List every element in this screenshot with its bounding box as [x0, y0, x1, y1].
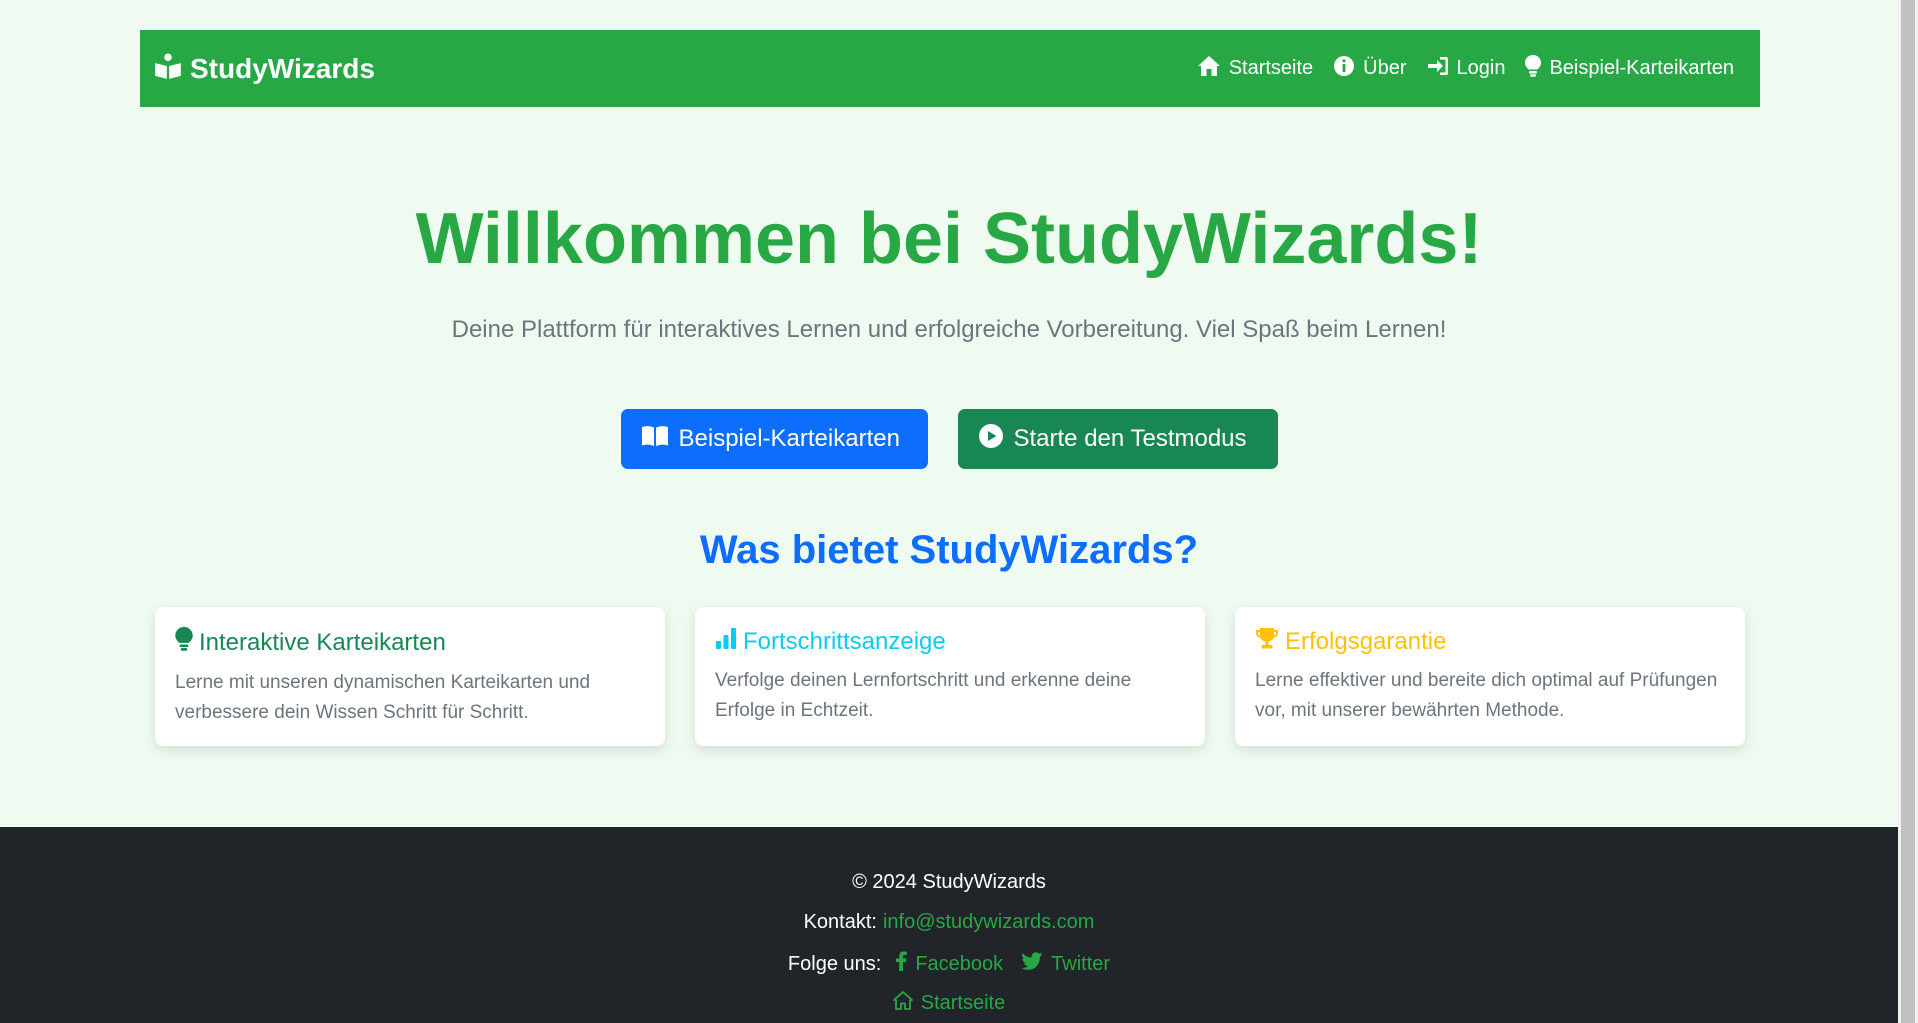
- home-outline-icon: [892, 991, 913, 1016]
- twitter-link[interactable]: Twitter: [1021, 952, 1110, 976]
- feature-card-erfolgsgarantie: Erfolgsgarantie Lerne effektiver und ber…: [1235, 607, 1745, 746]
- card-title-text: Fortschrittsanzeige: [743, 627, 946, 655]
- page: StudyWizards Startseite Über Login Beisp…: [0, 0, 1898, 1023]
- feature-card-karteikarten: Interaktive Karteikarten Lerne mit unser…: [155, 607, 665, 746]
- copyright-text: © 2024 StudyWizards: [852, 871, 1046, 893]
- button-label: Starte den Testmodus: [1013, 425, 1247, 452]
- card-title: Interaktive Karteikarten: [175, 627, 645, 658]
- twitter-icon: [1021, 952, 1043, 976]
- nav-link-beispiel-karteikarten[interactable]: Beispiel-Karteikarten: [1525, 54, 1734, 83]
- contact-label: Kontakt:: [803, 911, 877, 933]
- lightbulb-icon: [175, 627, 193, 658]
- nav-link-startseite[interactable]: Startseite: [1197, 55, 1313, 83]
- features-title: Was bietet StudyWizards?: [699, 528, 1199, 572]
- nav-link-ueber[interactable]: Über: [1333, 55, 1407, 83]
- card-text: Lerne mit unseren dynamischen Karteikart…: [175, 672, 591, 723]
- trophy-icon: [1255, 627, 1279, 656]
- hero-title: Willkommen bei StudyWizards!: [415, 199, 1483, 279]
- follow-label: Folge uns:: [787, 952, 882, 975]
- brand-name: StudyWizards: [190, 52, 375, 84]
- card-title-text: Erfolgsgarantie: [1285, 627, 1447, 655]
- footer-social: Folge uns: Facebook Twitter: [0, 951, 1898, 977]
- hero-buttons: Beispiel-Karteikarten Starte den Testmod…: [0, 409, 1898, 469]
- nav-link-label: Beispiel-Karteikarten: [1549, 57, 1734, 79]
- nav-link-label: Startseite: [1228, 57, 1314, 79]
- contact-email-link[interactable]: info@studywizards.com: [883, 911, 1094, 934]
- footer-contact: Kontakt: info@studywizards.com: [0, 911, 1898, 934]
- nav-link-label: Login: [1456, 57, 1506, 79]
- scrollbar-thumb[interactable]: [1901, 0, 1915, 1023]
- feature-cards: Interaktive Karteikarten Lerne mit unser…: [155, 607, 1745, 746]
- twitter-label: Twitter: [1051, 952, 1111, 975]
- play-circle-icon: [978, 423, 1004, 456]
- facebook-label: Facebook: [915, 952, 1004, 975]
- feature-card-fortschritt: Fortschrittsanzeige Verfolge deinen Lern…: [695, 607, 1205, 746]
- book-reader-icon: [154, 52, 182, 85]
- hero-subtitle: Deine Plattform für interaktives Lernen …: [451, 316, 1447, 343]
- footer-home-label: Startseite: [920, 992, 1006, 1014]
- card-title: Erfolgsgarantie: [1255, 627, 1725, 656]
- button-label: Beispiel-Karteikarten: [678, 425, 900, 452]
- start-testmodus-button[interactable]: Starte den Testmodus: [957, 409, 1278, 469]
- nav-link-label: Über: [1363, 57, 1407, 79]
- card-text: Verfolge deinen Lernfortschritt und erke…: [715, 670, 1132, 721]
- nav-links: Startseite Über Login Beispiel-Karteikar…: [1197, 54, 1734, 83]
- beispiel-karteikarten-button[interactable]: Beispiel-Karteikarten: [620, 409, 928, 469]
- open-book-icon: [641, 425, 669, 454]
- navbar: StudyWizards Startseite Über Login Beisp…: [140, 30, 1760, 107]
- facebook-icon: [895, 951, 908, 977]
- card-title-text: Interaktive Karteikarten: [199, 628, 446, 656]
- footer: © 2024 StudyWizards Kontakt: info@studyw…: [0, 827, 1898, 1023]
- footer-home-link[interactable]: Startseite: [892, 991, 1006, 1016]
- bar-chart-icon: [715, 627, 737, 656]
- home-icon: [1197, 55, 1221, 83]
- info-circle-icon: [1333, 55, 1355, 83]
- sign-in-icon: [1427, 55, 1449, 83]
- card-title: Fortschrittsanzeige: [715, 627, 1185, 656]
- facebook-link[interactable]: Facebook: [895, 951, 1003, 977]
- footer-home: Startseite: [0, 991, 1898, 1016]
- footer-copyright: © 2024 StudyWizards: [0, 871, 1898, 894]
- card-text: Lerne effektiver und bereite dich optima…: [1255, 670, 1718, 721]
- nav-link-login[interactable]: Login: [1427, 55, 1506, 83]
- scrollbar[interactable]: [1898, 0, 1918, 1023]
- lightbulb-icon: [1525, 54, 1542, 83]
- brand-link[interactable]: StudyWizards: [154, 52, 375, 85]
